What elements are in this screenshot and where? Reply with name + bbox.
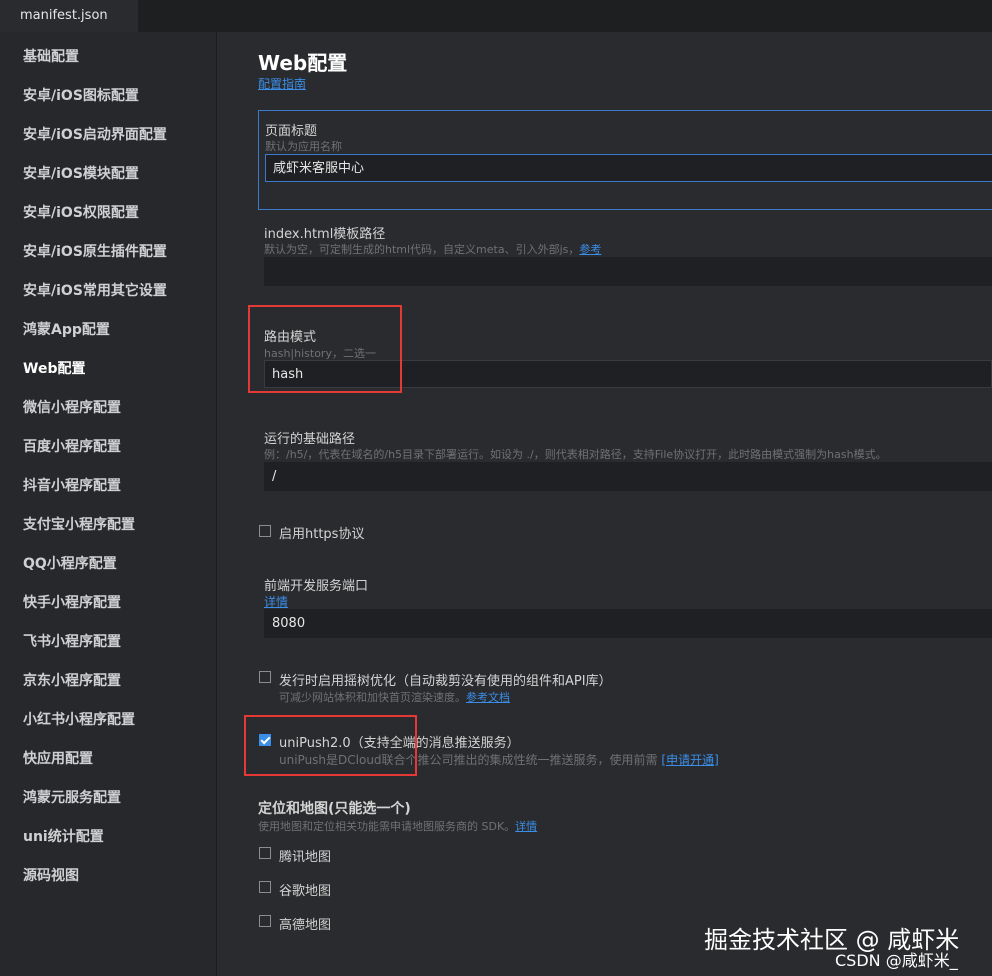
tree-shaking-hint-text: 可减少网站体积和加快首页渲染速度。	[279, 691, 466, 704]
base-path-hint: 例：/h5/，代表在域名的/h5目录下部署运行。如设为 ./，则代表相对路径，支…	[264, 448, 887, 461]
tencent-map-label: 腾讯地图	[279, 850, 332, 865]
maps-hint: 使用地图和定位相关功能需申请地图服务商的 SDK。详情	[258, 818, 537, 834]
page-title: Web配置	[258, 51, 348, 75]
main-panel: Web配置 配置指南 页面标题 默认为应用名称 咸虾米客服中心 index.ht…	[218, 32, 992, 976]
maps-title: 定位和地图(只能选一个)	[258, 801, 411, 817]
sidebar-item-kuaishou[interactable]: 快手小程序配置	[23, 592, 121, 612]
sidebar-item-harmony-service[interactable]: 鸿蒙元服务配置	[23, 787, 121, 807]
sidebar-item-qq[interactable]: QQ小程序配置	[23, 553, 117, 573]
base-path-input[interactable]: /	[264, 462, 992, 491]
sidebar-item-splash[interactable]: 安卓/iOS启动界面配置	[23, 124, 167, 144]
unipush-apply-link[interactable]: [申请开通]	[661, 753, 718, 767]
watermark-csdn: CSDN @咸虾米_	[835, 951, 958, 970]
tree-shaking-hint: 可减少网站体积和加快首页渲染速度。参考文档	[279, 689, 510, 705]
sidebar-item-harmony-app[interactable]: 鸿蒙App配置	[23, 319, 110, 339]
router-mode-highlight-box	[248, 305, 402, 393]
sidebar-item-other-settings[interactable]: 安卓/iOS常用其它设置	[23, 280, 167, 300]
template-path-reference-link[interactable]: 参考	[579, 243, 601, 256]
template-path-input[interactable]	[264, 257, 992, 286]
sidebar-item-permissions[interactable]: 安卓/iOS权限配置	[23, 202, 139, 222]
base-path-label: 运行的基础路径	[264, 432, 356, 447]
sidebar-item-quickapp[interactable]: 快应用配置	[23, 748, 93, 768]
page-title-label: 页面标题	[265, 124, 318, 139]
sidebar-item-douyin[interactable]: 抖音小程序配置	[23, 475, 121, 495]
sidebar-item-native-plugins[interactable]: 安卓/iOS原生插件配置	[23, 241, 167, 261]
tencent-map-checkbox[interactable]	[259, 847, 271, 859]
sidebar-item-jd[interactable]: 京东小程序配置	[23, 670, 121, 690]
sidebar-item-app-icon[interactable]: 安卓/iOS图标配置	[23, 85, 139, 105]
sidebar-item-uni-stat[interactable]: uni统计配置	[23, 826, 104, 846]
template-path-label: index.html模板路径	[264, 227, 386, 242]
sidebar: 基础配置 安卓/iOS图标配置 安卓/iOS启动界面配置 安卓/iOS模块配置 …	[0, 32, 217, 976]
sidebar-item-baidu[interactable]: 百度小程序配置	[23, 436, 121, 456]
sidebar-item-modules[interactable]: 安卓/iOS模块配置	[23, 163, 139, 183]
maps-details-link[interactable]: 详情	[515, 820, 537, 833]
amap-checkbox[interactable]	[259, 915, 271, 927]
sidebar-item-web[interactable]: Web配置	[23, 358, 85, 378]
sidebar-item-basic[interactable]: 基础配置	[23, 46, 79, 66]
sidebar-item-source-view[interactable]: 源码视图	[23, 865, 79, 885]
https-label: 启用https协议	[279, 527, 365, 542]
tree-shaking-docs-link[interactable]: 参考文档	[466, 691, 510, 704]
config-guide-link[interactable]: 配置指南	[258, 75, 306, 92]
google-map-checkbox[interactable]	[259, 881, 271, 893]
page-title-input[interactable]: 咸虾米客服中心	[265, 154, 992, 182]
tree-shaking-label: 发行时启用摇树优化（自动裁剪没有使用的组件和API库）	[279, 674, 612, 689]
template-path-hint: 默认为空，可定制生成的html代码，自定义meta、引入外部js，参考	[264, 241, 601, 257]
maps-hint-text: 使用地图和定位相关功能需申请地图服务商的 SDK。	[258, 820, 516, 833]
sidebar-item-xiaohongshu[interactable]: 小红书小程序配置	[23, 709, 135, 729]
sidebar-item-feishu[interactable]: 飞书小程序配置	[23, 631, 121, 651]
dev-port-input[interactable]: 8080	[264, 609, 992, 638]
dev-port-details-link[interactable]: 详情	[264, 593, 288, 610]
tab-bar: manifest.json	[0, 0, 992, 32]
tree-shaking-checkbox[interactable]	[259, 671, 271, 683]
sidebar-item-weixin[interactable]: 微信小程序配置	[23, 397, 121, 417]
dev-port-label: 前端开发服务端口	[264, 579, 369, 594]
https-checkbox[interactable]	[259, 525, 271, 537]
page-title-hint: 默认为应用名称	[265, 140, 342, 153]
template-path-hint-text: 默认为空，可定制生成的html代码，自定义meta、引入外部js，	[264, 243, 580, 256]
tab-manifest[interactable]: manifest.json	[0, 0, 138, 32]
sidebar-item-alipay[interactable]: 支付宝小程序配置	[23, 514, 135, 534]
page-title-section: 页面标题 默认为应用名称 咸虾米客服中心	[258, 110, 992, 210]
amap-label: 高德地图	[279, 918, 332, 933]
unipush-highlight-box	[244, 715, 417, 776]
google-map-label: 谷歌地图	[279, 884, 332, 899]
